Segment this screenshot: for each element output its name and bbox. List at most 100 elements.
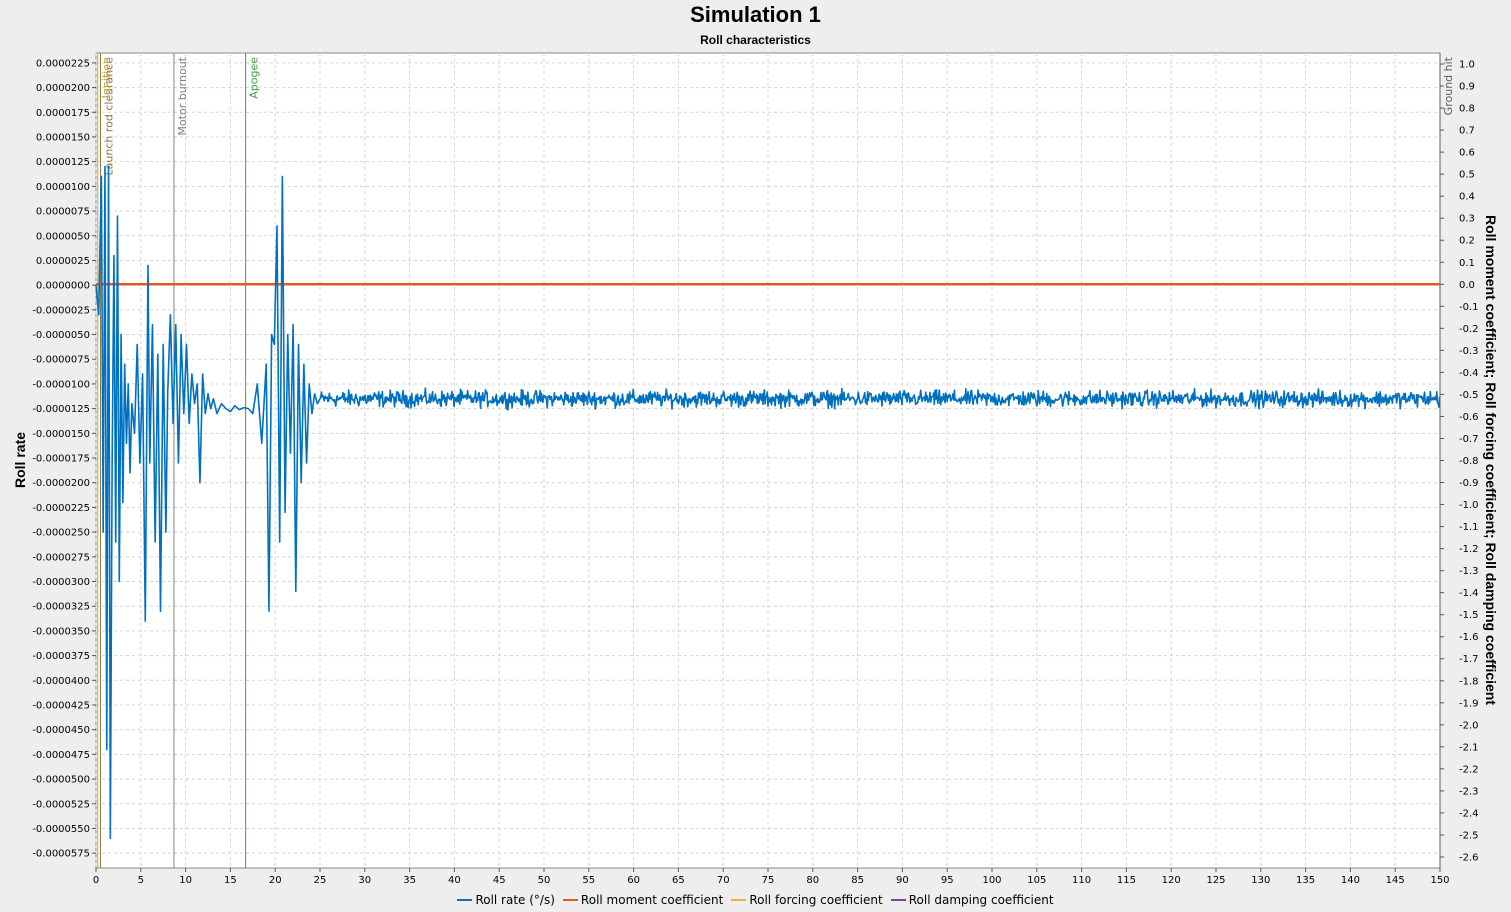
y-right-tick-label: -1.2 — [1459, 544, 1479, 555]
y-left-tick-label: -0.0000025 — [32, 305, 90, 316]
legend-swatch — [731, 898, 747, 901]
x-tick-label: 130 — [1251, 875, 1270, 886]
x-tick-label: 115 — [1117, 875, 1136, 886]
y-right-tick-label: -1.6 — [1459, 632, 1479, 643]
y-left-tick-label: 0.0000125 — [36, 157, 90, 168]
x-tick-label: 80 — [806, 875, 819, 886]
y-right-axis-ticks: 1.0 0.9 0.8 0.7 0.6 0.5 0.4 0.3 0.2 0.1 0.0 -0.1 -0.… — [1440, 60, 1479, 863]
y-right-tick-label: 0.8 — [1459, 104, 1475, 115]
y-right-tick-label: -0.7 — [1459, 434, 1479, 445]
y-left-tick-label: 0.0000150 — [36, 132, 90, 143]
y-left-tick-label: 0.0000225 — [36, 58, 90, 69]
y-left-tick-label: -0.0000525 — [32, 799, 90, 810]
legend-swatch — [457, 898, 473, 901]
event-label: Motor burnout — [176, 56, 189, 135]
x-tick-label: 75 — [762, 875, 775, 886]
y-right-tick-label: -1.9 — [1459, 698, 1479, 709]
y-left-tick-label: -0.0000225 — [32, 503, 90, 514]
y-right-tick-label: 0.6 — [1459, 148, 1475, 159]
y-left-tick-label: -0.0000400 — [32, 676, 90, 687]
x-tick-label: 95 — [941, 875, 954, 886]
y-right-tick-label: -1.4 — [1459, 588, 1479, 599]
y-right-tick-label: -0.6 — [1459, 412, 1479, 423]
x-tick-label: 20 — [269, 875, 282, 886]
x-tick-label: 145 — [1386, 875, 1405, 886]
y-right-tick-label: -0.9 — [1459, 478, 1479, 489]
event-label: Ignition — [100, 57, 113, 98]
y-left-tick-label: -0.0000575 — [32, 849, 90, 860]
y-left-tick-label: -0.0000350 — [32, 626, 90, 637]
y-right-tick-label: -0.5 — [1459, 390, 1479, 401]
y-right-tick-label: 1.0 — [1459, 60, 1475, 71]
y-left-tick-label: 0.0000175 — [36, 108, 90, 119]
y-left-tick-label: -0.0000250 — [32, 528, 90, 539]
y-left-tick-label: -0.0000175 — [32, 454, 90, 465]
y-left-tick-label: -0.0000100 — [32, 379, 90, 390]
x-tick-label: 60 — [627, 875, 640, 886]
y-left-tick-label: 0.0000025 — [36, 256, 90, 267]
chart-plot: Launch rod clearanceIgnition Motor burnou… — [12, 52, 1499, 886]
x-tick-label: 135 — [1296, 875, 1315, 886]
y-right-tick-label: -0.8 — [1459, 456, 1479, 467]
y-right-tick-label: -2.5 — [1459, 830, 1479, 841]
y-right-tick-label: 0.7 — [1459, 126, 1475, 137]
y-right-tick-label: -2.1 — [1459, 742, 1479, 753]
y-right-tick-label: 0.0 — [1459, 280, 1475, 291]
legend: Roll rate (°/s) Roll moment coefficient Ro… — [0, 893, 1511, 907]
y-left-tick-label: 0.0000000 — [36, 281, 90, 292]
x-tick-label: 100 — [982, 875, 1001, 886]
x-tick-label: 40 — [448, 875, 461, 886]
y-right-tick-label: 0.4 — [1459, 192, 1475, 203]
y-right-tick-label: -2.4 — [1459, 808, 1479, 819]
y-left-tick-label: 0.0000100 — [36, 182, 90, 193]
x-tick-label: 125 — [1206, 875, 1225, 886]
legend-swatch — [562, 898, 578, 901]
y-right-tick-label: 0.5 — [1459, 170, 1475, 181]
y-left-tick-label: -0.0000425 — [32, 701, 90, 712]
x-tick-label: 30 — [358, 875, 371, 886]
x-tick-label: 50 — [538, 875, 551, 886]
y-right-tick-label: -1.1 — [1459, 522, 1479, 533]
event-label: Apogee — [248, 57, 261, 99]
x-tick-label: 70 — [717, 875, 730, 886]
y-right-tick-label: -2.0 — [1459, 720, 1479, 731]
x-tick-label: 120 — [1162, 875, 1181, 886]
x-tick-label: 65 — [672, 875, 685, 886]
y-left-tick-label: -0.0000450 — [32, 725, 90, 736]
y-right-tick-label: 0.3 — [1459, 214, 1475, 225]
x-tick-label: 90 — [896, 875, 909, 886]
y-right-tick-label: -0.2 — [1459, 324, 1479, 335]
legend-item: Roll rate (°/s) — [457, 893, 555, 907]
y-left-tick-label: 0.0000075 — [36, 207, 90, 218]
y-right-tick-label: -1.5 — [1459, 610, 1479, 621]
x-tick-label: 10 — [179, 875, 192, 886]
x-tick-label: 110 — [1072, 875, 1091, 886]
legend-item: Roll moment coefficient — [562, 893, 723, 907]
y-right-tick-label: -0.1 — [1459, 302, 1479, 313]
y-right-tick-label: 0.9 — [1459, 82, 1475, 93]
legend-swatch — [890, 898, 906, 901]
y-left-axis-ticks: 0.0000225 0.0000200 0.0000175 0.0000150 0.00… — [32, 58, 96, 860]
y-left-tick-label: -0.0000300 — [32, 577, 90, 588]
y-right-tick-label: 0.2 — [1459, 236, 1475, 247]
x-tick-label: 0 — [93, 875, 99, 886]
y-right-tick-label: -2.3 — [1459, 786, 1479, 797]
y-right-tick-label: -0.4 — [1459, 368, 1479, 379]
x-tick-label: 105 — [1027, 875, 1046, 886]
y-right-tick-label: -1.7 — [1459, 654, 1479, 665]
legend-label: Roll damping coefficient — [908, 893, 1054, 907]
y-left-axis-label: Roll rate — [12, 432, 28, 488]
y-left-tick-label: -0.0000550 — [32, 824, 90, 835]
y-left-tick-label: -0.0000200 — [32, 478, 90, 489]
x-tick-label: 85 — [851, 875, 864, 886]
x-tick-label: 5 — [138, 875, 144, 886]
y-left-tick-label: -0.0000075 — [32, 355, 90, 366]
legend-item: Roll forcing coefficient — [731, 893, 883, 907]
x-tick-label: 45 — [493, 875, 506, 886]
x-tick-label: 150 — [1430, 875, 1449, 886]
legend-item: Roll damping coefficient — [890, 893, 1054, 907]
y-left-tick-label: -0.0000325 — [32, 602, 90, 613]
y-left-tick-label: -0.0000375 — [32, 651, 90, 662]
x-tick-label: 25 — [314, 875, 327, 886]
y-left-tick-label: -0.0000500 — [32, 775, 90, 786]
